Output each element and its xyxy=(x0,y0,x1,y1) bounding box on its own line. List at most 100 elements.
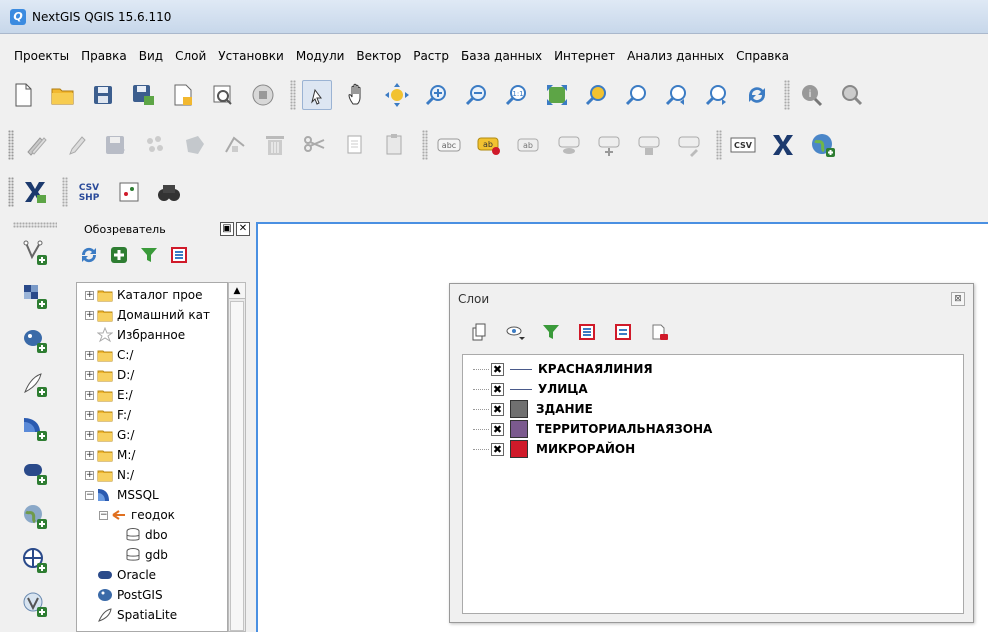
expand-toggle[interactable]: − xyxy=(85,490,94,500)
new-print-layout-icon[interactable] xyxy=(168,80,198,110)
paste-features-icon[interactable] xyxy=(380,130,410,160)
change-label-icon[interactable] xyxy=(674,130,704,160)
browser-item[interactable]: + G:/ xyxy=(77,425,227,445)
add-postgis-layer-icon[interactable] xyxy=(19,324,51,356)
menu-item[interactable]: Вектор xyxy=(350,49,407,63)
layer-item[interactable]: ✖ ЗДАНИЕ xyxy=(463,399,963,419)
browser-item[interactable]: + E:/ xyxy=(77,385,227,405)
point-grid-icon[interactable] xyxy=(114,177,144,207)
menu-item[interactable]: Анализ данных xyxy=(621,49,730,63)
zoom-to-selection-icon[interactable] xyxy=(582,80,612,110)
browser-item[interactable]: + M:/ xyxy=(77,445,227,465)
menu-item[interactable]: Растр xyxy=(407,49,455,63)
pin-label-icon[interactable]: ab xyxy=(474,130,504,160)
add-mssql-layer-icon[interactable] xyxy=(19,412,51,444)
open-layer-styling-icon[interactable] xyxy=(468,321,490,343)
pan-to-selection-icon[interactable] xyxy=(382,80,412,110)
expand-toggle[interactable]: + xyxy=(85,350,94,360)
style-manager-icon[interactable] xyxy=(248,80,278,110)
layer-item[interactable]: ✖ КРАСНАЯЛИНИЯ xyxy=(463,359,963,379)
add-point-icon[interactable] xyxy=(140,130,170,160)
layer-visibility-checkbox[interactable]: ✖ xyxy=(491,382,504,396)
x-plugin-icon[interactable] xyxy=(768,130,798,160)
add-wfs-layer-icon[interactable] xyxy=(19,588,51,620)
layer-visibility-checkbox[interactable]: ✖ xyxy=(491,442,504,456)
menu-item[interactable]: Модули xyxy=(290,49,351,63)
browser-item[interactable]: dbo xyxy=(77,525,227,545)
manage-map-themes-icon[interactable] xyxy=(504,321,526,343)
cut-features-icon[interactable] xyxy=(300,130,330,160)
layer-item[interactable]: ✖ ТЕРРИТОРИАЛЬНАЯЗОНА xyxy=(463,419,963,439)
menu-item[interactable]: Справка xyxy=(730,49,795,63)
toggle-editing-icon[interactable] xyxy=(60,130,90,160)
add-selected-layers-icon[interactable] xyxy=(108,244,130,266)
browser-scrollbar[interactable]: ▲ xyxy=(228,282,246,632)
add-oracle-layer-icon[interactable] xyxy=(19,456,51,488)
expand-all-icon[interactable] xyxy=(576,321,598,343)
add-raster-layer-icon[interactable] xyxy=(19,280,51,312)
menu-item[interactable]: Установки xyxy=(212,49,290,63)
close-panel-button[interactable]: ✕ xyxy=(236,222,250,236)
add-wcs-layer-icon[interactable] xyxy=(19,544,51,576)
zoom-out-icon[interactable] xyxy=(462,80,492,110)
current-edits-icon[interactable] xyxy=(20,130,50,160)
add-vector-layer-icon[interactable] xyxy=(19,236,51,268)
delete-selected-icon[interactable] xyxy=(260,130,290,160)
copy-features-icon[interactable] xyxy=(340,130,370,160)
expand-toggle[interactable]: + xyxy=(85,290,94,300)
layer-visibility-checkbox[interactable]: ✖ xyxy=(491,362,504,376)
expand-toggle[interactable]: + xyxy=(85,430,94,440)
float-panel-button[interactable]: ▣ xyxy=(220,222,234,236)
filter-icon[interactable] xyxy=(138,244,160,266)
browser-item[interactable]: − геодок xyxy=(77,505,227,525)
identify-features-icon[interactable]: i xyxy=(796,80,826,110)
zoom-in-icon[interactable] xyxy=(422,80,452,110)
rotate-label-icon[interactable] xyxy=(634,130,664,160)
close-panel-button[interactable]: ⊠ xyxy=(951,292,965,306)
expand-toggle[interactable]: + xyxy=(85,410,94,420)
refresh-icon[interactable] xyxy=(742,80,772,110)
browser-item[interactable]: + C:/ xyxy=(77,345,227,365)
expand-toggle[interactable]: + xyxy=(85,310,94,320)
add-spatialite-layer-icon[interactable] xyxy=(19,368,51,400)
filter-legend-icon[interactable] xyxy=(540,321,562,343)
expand-toggle[interactable]: + xyxy=(85,370,94,380)
new-project-icon[interactable] xyxy=(8,80,38,110)
menu-item[interactable]: База данных xyxy=(455,49,548,63)
browser-item[interactable]: + F:/ xyxy=(77,405,227,425)
show-hide-labels-icon[interactable] xyxy=(554,130,584,160)
open-project-icon[interactable] xyxy=(48,80,78,110)
expand-toggle[interactable]: − xyxy=(99,510,108,520)
browser-item[interactable]: + N:/ xyxy=(77,465,227,485)
scroll-up-button[interactable]: ▲ xyxy=(229,283,245,299)
zoom-next-icon[interactable] xyxy=(702,80,732,110)
highlight-pinned-labels-icon[interactable]: ab xyxy=(514,130,544,160)
menu-item[interactable]: Проекты xyxy=(8,49,75,63)
browser-item[interactable]: + Домашний кат xyxy=(77,305,227,325)
browser-item[interactable]: Избранное xyxy=(77,325,227,345)
layer-visibility-checkbox[interactable]: ✖ xyxy=(491,422,504,436)
x-tool-icon[interactable] xyxy=(20,177,50,207)
collapse-all-icon[interactable] xyxy=(612,321,634,343)
pan-map-icon[interactable] xyxy=(342,80,372,110)
add-polygon-icon[interactable] xyxy=(180,130,210,160)
scroll-thumb[interactable] xyxy=(230,301,244,631)
web-globe-add-icon[interactable] xyxy=(808,130,838,160)
expand-toggle[interactable]: + xyxy=(85,390,94,400)
browser-item[interactable]: PostGIS xyxy=(77,585,227,605)
binoculars-icon[interactable] xyxy=(154,177,184,207)
menu-item[interactable]: Слой xyxy=(169,49,212,63)
menu-item[interactable]: Правка xyxy=(75,49,133,63)
collapse-all-icon[interactable] xyxy=(168,244,190,266)
layer-visibility-checkbox[interactable]: ✖ xyxy=(491,402,504,416)
layer-item[interactable]: ✖ УЛИЦА xyxy=(463,379,963,399)
zoom-full-icon[interactable] xyxy=(542,80,572,110)
browser-item[interactable]: − MSSQL xyxy=(77,485,227,505)
label-toolbar-abc-icon[interactable]: abc xyxy=(434,130,464,160)
menu-item[interactable]: Вид xyxy=(133,49,169,63)
identify-search-icon[interactable] xyxy=(836,80,866,110)
csv-to-shp-icon[interactable]: CSV SHP xyxy=(74,177,104,207)
save-project-icon[interactable] xyxy=(88,80,118,110)
remove-layer-icon[interactable] xyxy=(648,321,670,343)
refresh-icon[interactable] xyxy=(78,244,100,266)
